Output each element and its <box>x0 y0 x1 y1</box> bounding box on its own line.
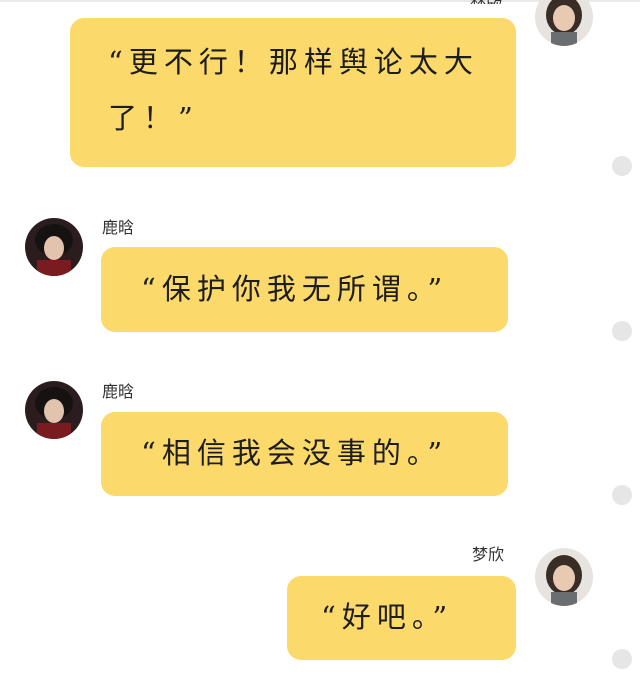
message-text: “保护你我无所谓。” <box>141 272 449 306</box>
avatar-luhan[interactable] <box>25 381 83 439</box>
message-bubble[interactable]: “保护你我无所谓。” <box>101 247 508 332</box>
avatar-mengxin[interactable] <box>535 0 593 46</box>
message-text: “好吧。” <box>321 600 454 634</box>
read-status-dot <box>612 649 632 669</box>
message-text: “更不行！那样舆论太大了！” <box>108 45 479 135</box>
chat-thread: 梦欣 “更不行！那样舆论太大了！” 鹿晗 “保护你我无所谓。” <box>0 0 640 698</box>
read-status-dot <box>612 321 632 341</box>
read-status-dot <box>612 485 632 505</box>
message-text: “相信我会没事的。” <box>141 436 449 470</box>
read-status-dot <box>612 156 632 176</box>
sender-name: 梦欣 <box>472 545 505 564</box>
avatar-mengxin[interactable] <box>535 548 593 606</box>
sender-name: 鹿晗 <box>102 382 135 401</box>
sender-name-partial: 梦欣 <box>470 0 502 4</box>
avatar-luhan[interactable] <box>25 218 83 276</box>
message-bubble[interactable]: “相信我会没事的。” <box>101 412 508 496</box>
sender-name: 鹿晗 <box>102 218 135 237</box>
message-bubble[interactable]: “好吧。” <box>287 576 516 660</box>
message-bubble[interactable]: “更不行！那样舆论太大了！” <box>70 18 516 167</box>
